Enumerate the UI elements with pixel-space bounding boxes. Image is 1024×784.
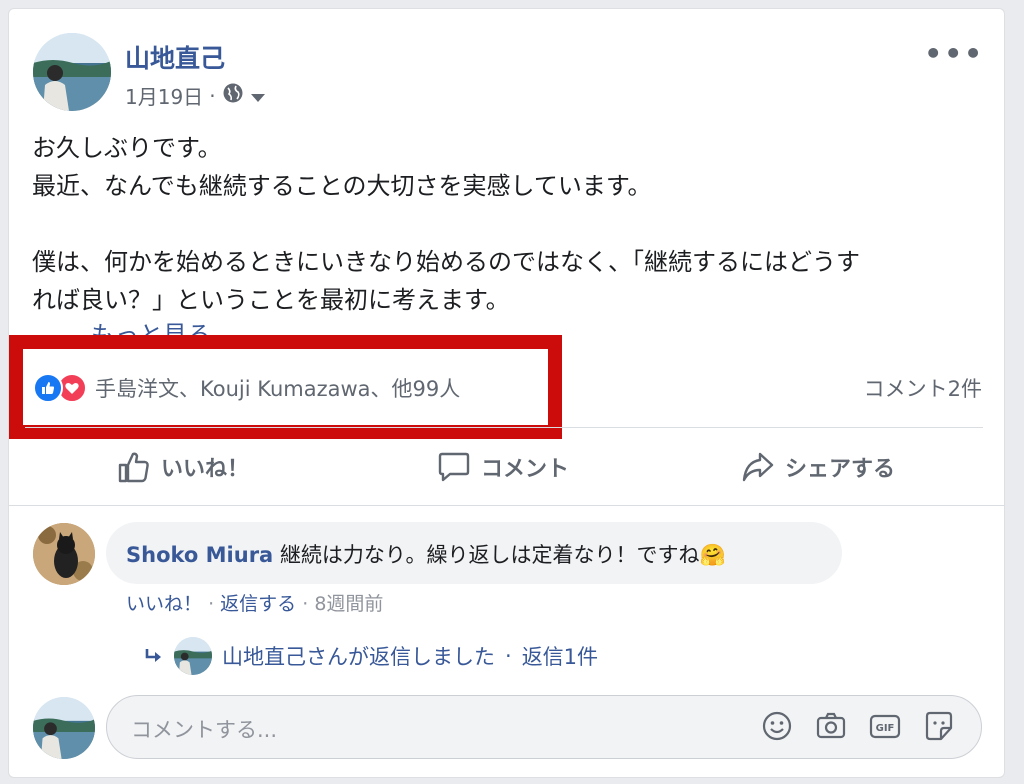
more-options-icon[interactable]: ••• bbox=[924, 37, 984, 70]
post-date[interactable]: 1月19日 bbox=[125, 81, 203, 110]
reply-count: 返信1件 bbox=[521, 645, 599, 669]
comment-button[interactable]: コメント bbox=[437, 450, 569, 484]
comment-input-placeholder: コメントする... bbox=[131, 718, 278, 742]
post-line bbox=[32, 205, 992, 243]
like-reaction-icon bbox=[33, 373, 63, 403]
comment-author[interactable]: Shoko Miura bbox=[126, 543, 273, 567]
author-name[interactable]: 山地直己 bbox=[125, 39, 225, 75]
comment-reply-link[interactable]: 返信する bbox=[220, 593, 296, 615]
comment-meta-separator: · bbox=[208, 593, 215, 615]
comment-like-link[interactable]: いいね！ bbox=[126, 593, 202, 615]
post-meta: 1月19日 · bbox=[125, 81, 266, 110]
audience-dropdown-icon[interactable] bbox=[250, 84, 266, 108]
post-line: 最近、なんでも継続することの大切さを実感しています。 bbox=[32, 172, 652, 200]
meta-separator: · bbox=[209, 83, 216, 108]
camera-icon[interactable] bbox=[815, 710, 847, 742]
composer-avatar bbox=[33, 697, 95, 759]
post-line: 僕は、何かを始めるときにいきなり始めるのではなく、「継続するにはどうす bbox=[32, 248, 860, 276]
reply-summary[interactable]: 山地直己さんが返信しました · 返信1件 bbox=[144, 637, 598, 675]
commenter-avatar[interactable] bbox=[33, 523, 95, 585]
reactions-summary[interactable]: 手島洋文、Kouji Kumazawa、他99人 bbox=[33, 373, 460, 403]
comment-input[interactable]: コメントする... GIF bbox=[106, 695, 982, 759]
divider bbox=[9, 505, 1004, 506]
comment-meta: いいね！ · 返信する · 8週間前 bbox=[126, 589, 383, 616]
comment-count[interactable]: コメント2件 bbox=[864, 373, 982, 403]
reply-summary-text: 山地直己さんが返信しました bbox=[222, 645, 495, 669]
comment-bubble: Shoko Miura 継続は力なり。繰り返しは定着なり！ですね🤗 bbox=[106, 522, 842, 584]
composer-toolbar: GIF bbox=[761, 710, 955, 742]
comment-text: 継続は力なり。繰り返しは定着なり！ですね🤗 bbox=[279, 543, 726, 567]
post-line: お久しぶりです。 bbox=[32, 134, 222, 162]
reactions-text: 手島洋文、Kouji Kumazawa、他99人 bbox=[95, 377, 461, 401]
svg-text:GIF: GIF bbox=[876, 723, 895, 734]
reply-arrow-icon bbox=[145, 649, 161, 662]
reply-author-avatar bbox=[174, 637, 212, 675]
post-line: れば良い？」ということを最初に考えます。 bbox=[32, 286, 510, 314]
like-button-label: いいね！ bbox=[161, 457, 250, 482]
post-card: 山地直己 1月19日 · ••• お久しぶりです。 最近、なんでも継続することの… bbox=[8, 8, 1005, 778]
thumbs-up-icon bbox=[118, 452, 149, 483]
speech-bubble-icon bbox=[438, 452, 470, 482]
share-button[interactable]: シェアする bbox=[741, 450, 895, 484]
divider bbox=[25, 427, 983, 428]
share-arrow-icon bbox=[742, 452, 774, 482]
share-button-label: シェアする bbox=[785, 457, 896, 482]
gif-icon[interactable]: GIF bbox=[869, 710, 901, 742]
comment-meta-separator: · bbox=[302, 593, 309, 615]
author-avatar[interactable] bbox=[33, 33, 111, 111]
comment-button-label: コメント bbox=[481, 457, 570, 482]
globe-icon[interactable] bbox=[222, 82, 244, 109]
sticker-icon[interactable] bbox=[923, 710, 955, 742]
emoji-icon[interactable] bbox=[761, 710, 793, 742]
comment-time[interactable]: 8週間前 bbox=[314, 593, 383, 615]
like-button[interactable]: いいね！ bbox=[117, 450, 249, 484]
post-body: お久しぶりです。 最近、なんでも継続することの大切さを実感しています。 僕は、何… bbox=[32, 129, 992, 319]
reply-summary-separator: · bbox=[505, 644, 512, 668]
